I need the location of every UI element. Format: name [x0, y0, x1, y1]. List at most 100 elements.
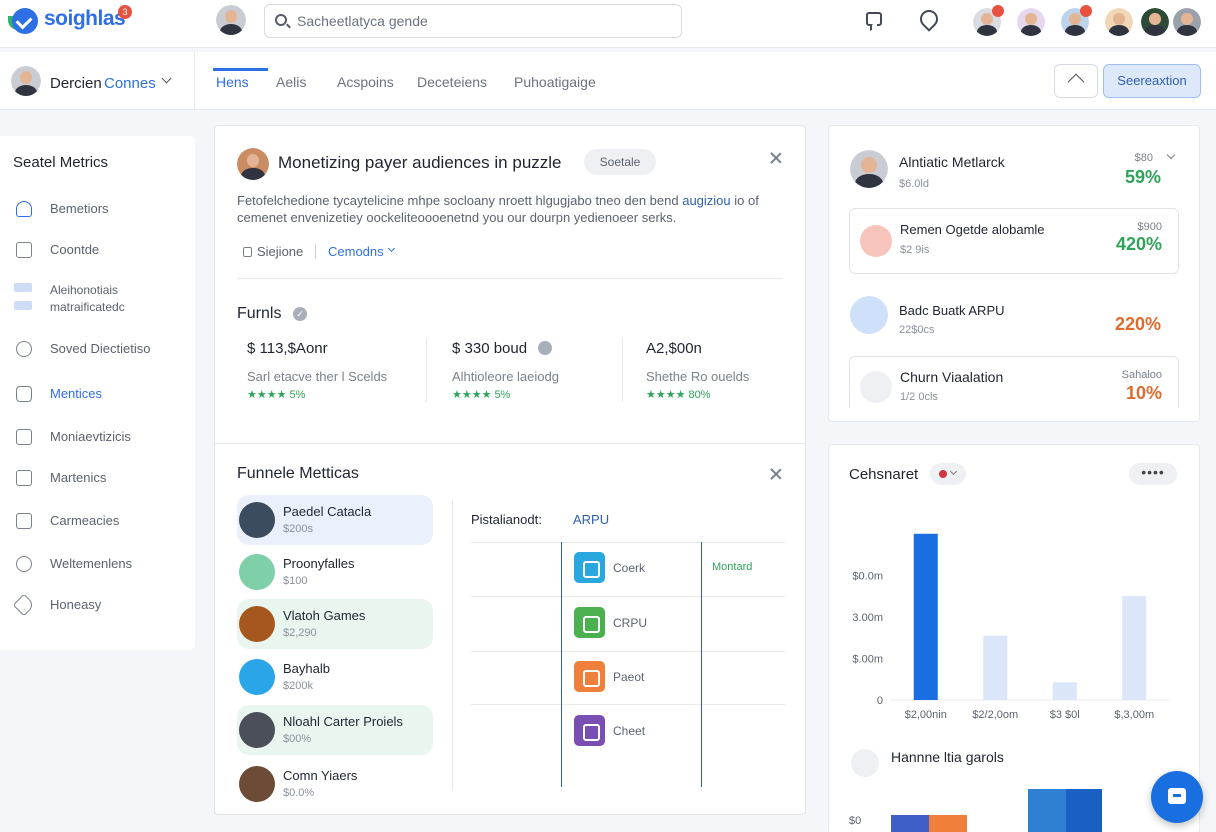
chart-bar[interactable] [1122, 596, 1147, 700]
primary-action-button[interactable]: Seereaxtion [1103, 64, 1201, 98]
grid-item-label[interactable]: Cheet [613, 724, 645, 738]
metric-icon [850, 296, 888, 334]
chart-bar[interactable] [1052, 682, 1077, 700]
grid-column-line [561, 542, 562, 787]
tab-aelis[interactable]: Aelis [276, 74, 306, 90]
upload-icon [1067, 73, 1085, 91]
chat-fab-button[interactable] [1151, 771, 1203, 823]
game-avatar [239, 502, 275, 538]
sidebar-item-honeasy[interactable]: Honeasy [0, 588, 195, 622]
sidebar-item-carmeacies[interactable]: Carmeacies [0, 504, 195, 538]
chart-bar[interactable] [983, 635, 1008, 700]
check-icon[interactable] [574, 607, 605, 638]
sidebar-item-moniaevtizicis[interactable]: Moniaevtizicis [0, 420, 195, 454]
grid-item-label[interactable]: CRPU [613, 616, 647, 630]
favorites-icon[interactable] [916, 6, 942, 32]
search-box[interactable] [264, 4, 682, 38]
sidebar-item-mentices[interactable]: Mentices [0, 377, 195, 411]
y-tick-label: $.00m [852, 653, 883, 665]
sidebar-item-label: Aleihonotiais matraificatedc [50, 283, 125, 314]
sidebar-item-martenics[interactable]: Martenics [0, 461, 195, 495]
mail-icon [16, 470, 32, 486]
user-name[interactable]: Dercien [50, 75, 102, 92]
logo-icon[interactable] [12, 8, 38, 34]
header-avatar[interactable] [1173, 8, 1201, 36]
list-item[interactable]: Nloahl Carter Proiels $00% [237, 705, 433, 755]
smile-icon[interactable] [574, 661, 605, 692]
grid-line [471, 651, 785, 652]
grid-icon [14, 283, 32, 292]
chevron-down-icon[interactable] [387, 244, 396, 253]
grid-column-line [701, 542, 702, 787]
close-icon[interactable] [769, 467, 783, 481]
card-meta-dropdown[interactable]: Cemodns [328, 244, 384, 259]
list-item[interactable]: Bayhalb $200k [237, 652, 433, 702]
game-name: Bayhalb [283, 661, 330, 676]
profile-avatar[interactable] [216, 5, 246, 35]
card-status-badge: Soetale [584, 149, 656, 175]
search-input[interactable] [297, 6, 667, 36]
sub-header: Dercien Connes Hens Aelis Acspoins Decet… [0, 52, 1216, 110]
card-title: Monetizing payer audiences in puzzle [278, 153, 562, 172]
sidebar-item-bemetiors[interactable]: Bemetiors [0, 192, 195, 226]
metric-name: Badc Buatk ARPU [899, 303, 1005, 318]
sidebar: Seatel Metrics Bemetiors Coontde Aleihon… [0, 136, 195, 650]
messages-icon[interactable] [866, 12, 882, 26]
metric-sub: 22$0cs [899, 324, 935, 336]
game-avatar [239, 659, 275, 695]
tab-puhoatigaige[interactable]: Puhoatigaige [514, 74, 596, 90]
metrics-panel: Alntiatic Metlarck $6.0ld $80 59% Remen … [828, 125, 1200, 422]
chat-icon [1168, 788, 1186, 804]
upload-button[interactable] [1054, 64, 1098, 98]
metric-row[interactable]: Alntiatic Metlarck $6.0ld $80 59% [849, 148, 1179, 196]
sidebar-item-soved[interactable]: Soved Diectietiso [0, 332, 195, 366]
list-icon[interactable] [574, 552, 605, 583]
list-item[interactable]: Proonyfalles $100 [237, 547, 433, 597]
x-tick-label: $2/2,0om [972, 709, 1018, 721]
header-avatar[interactable] [1105, 8, 1133, 36]
grid-header-metric[interactable]: ARPU [573, 512, 609, 527]
game-avatar [239, 766, 275, 802]
calendar-icon[interactable] [574, 715, 605, 746]
list-item[interactable]: Paedel Catacla $200s [237, 495, 433, 545]
user-avatar[interactable] [11, 66, 41, 96]
funnel-metrics-heading: Funnele Metticas [237, 465, 359, 482]
divider [452, 500, 453, 790]
stat-label: Shethe Ro ouelds [646, 369, 750, 384]
more-options-button[interactable]: •••• [1129, 463, 1177, 485]
chart-filter-tag[interactable] [930, 463, 966, 485]
metric-row-card[interactable]: Churn Viaalation 1/2 0cls Sahaloo 10% [849, 356, 1179, 408]
sidebar-item-label: Martenics [50, 470, 107, 485]
app-logo-text[interactable]: soighlas [44, 7, 126, 31]
list-item[interactable]: Vlatoh Games $2,290 [237, 599, 433, 649]
tab-acspoins[interactable]: Acspoins [337, 74, 394, 90]
metric-icon [860, 371, 892, 403]
card-avatar [237, 148, 269, 180]
header-avatar[interactable] [1017, 8, 1045, 36]
list-item[interactable]: Comn Yiaers $0.0% [237, 759, 433, 809]
header-avatar[interactable] [1141, 8, 1169, 36]
grid-item-label[interactable]: Paeot [613, 670, 644, 684]
game-avatar [239, 606, 275, 642]
x-tick-label: $2,00nin [905, 709, 947, 721]
chevron-down-icon[interactable] [1166, 150, 1176, 160]
verified-icon [538, 341, 552, 355]
detail-card: Monetizing payer audiences in puzzle Soe… [214, 125, 806, 815]
stat-rating: ★★★★ 5% [247, 389, 306, 401]
tab-deceteiens[interactable]: Deceteiens [417, 74, 487, 90]
chart-bar[interactable] [913, 533, 938, 700]
grid-item-label[interactable]: Coerk [613, 561, 645, 575]
card-description-link[interactable]: augiziou [682, 193, 730, 208]
sidebar-item-weltemenlens[interactable]: Weltemenlens [0, 547, 195, 581]
user-org[interactable]: Connes [104, 75, 156, 92]
wallet-icon [16, 429, 32, 445]
metric-row-card[interactable]: Remen Ogetde alobamle $2 9is $900 420% [849, 208, 1179, 274]
close-icon[interactable] [769, 151, 783, 165]
info-icon[interactable]: ✓ [293, 307, 307, 321]
sidebar-item-label: Soved Diectietiso [50, 341, 151, 356]
chevron-down-icon[interactable] [161, 73, 172, 84]
tab-hens[interactable]: Hens [216, 74, 249, 90]
metric-row[interactable]: Badc Buatk ARPU 22$0cs 220% [849, 294, 1179, 338]
sidebar-item-coontde[interactable]: Coontde [0, 233, 195, 267]
sidebar-item-aleihonotiais[interactable]: Aleihonotiais matraificatedc [0, 278, 195, 320]
